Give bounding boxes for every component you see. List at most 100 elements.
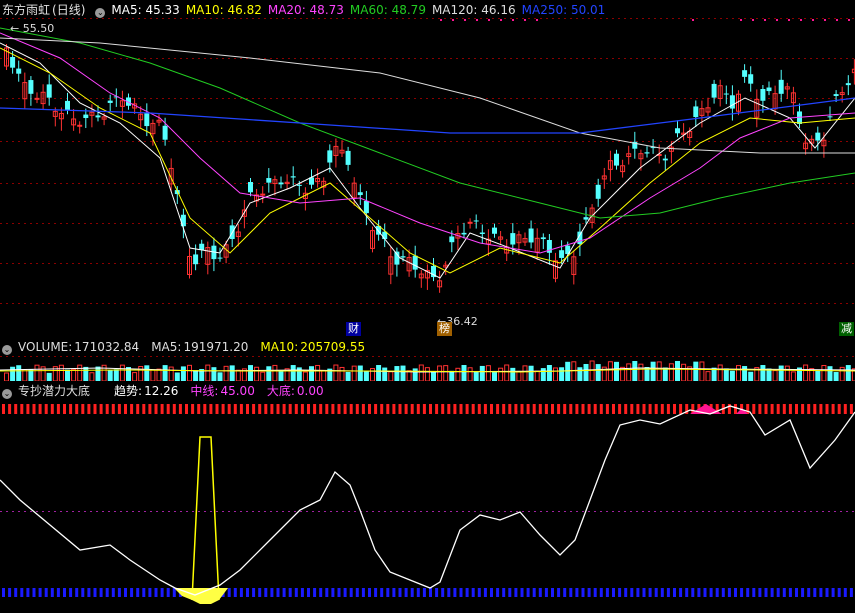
top-red-bar	[807, 404, 811, 414]
bottom-blue-bar	[239, 588, 243, 597]
indicator-settings-icon[interactable]: ⌄	[2, 389, 12, 399]
volume-bar	[705, 371, 711, 381]
volume-bar	[193, 370, 199, 381]
volume-settings-icon[interactable]: ⌄	[2, 345, 12, 355]
bottom-blue-bar	[398, 588, 402, 597]
top-red-bar	[447, 404, 451, 414]
candle-body	[77, 124, 83, 127]
candle-body	[95, 115, 101, 118]
volume-bar	[437, 365, 443, 381]
top-red-bar	[654, 404, 658, 414]
candle-body	[760, 89, 766, 101]
volume-bar	[321, 369, 327, 381]
tag-jian[interactable]: 减	[839, 322, 854, 336]
volume-bar	[77, 364, 83, 381]
bottom-blue-bar	[679, 588, 683, 597]
top-red-bar	[148, 404, 152, 414]
bottom-blue-bar	[38, 588, 42, 597]
bottom-blue-bar	[770, 588, 774, 597]
top-red-bar	[44, 404, 48, 414]
top-red-bar	[282, 404, 286, 414]
volume-bar	[65, 369, 70, 381]
candle-body	[479, 232, 485, 234]
bottom-blue-bar	[813, 588, 817, 597]
bottom-blue-bar	[843, 588, 847, 597]
top-red-bar	[483, 404, 487, 414]
top-red-bar	[624, 404, 628, 414]
volume-bar	[260, 371, 266, 381]
volume-bar	[4, 372, 9, 381]
top-red-bar	[648, 404, 652, 414]
volume-bar	[150, 369, 156, 381]
top-red-bar	[636, 404, 640, 414]
top-red-bar	[349, 404, 353, 414]
volume-bar	[772, 370, 778, 381]
top-red-bar	[124, 404, 127, 414]
top-red-bar	[776, 404, 780, 414]
volume-bar	[168, 366, 174, 381]
bottom-blue-bar	[142, 588, 146, 597]
signal-dot	[776, 19, 778, 21]
volume-bar	[418, 364, 424, 381]
signal-dot	[692, 19, 694, 21]
top-red-bar	[758, 404, 762, 414]
top-red-bar	[355, 404, 359, 414]
bottom-blue-bar	[130, 588, 134, 597]
top-red-bar	[422, 404, 426, 414]
top-red-bar	[587, 404, 591, 414]
top-red-bar	[612, 404, 615, 414]
bottom-blue-bar	[422, 588, 426, 597]
volume-chart[interactable]	[0, 356, 855, 381]
signal-dot	[812, 19, 814, 21]
volume-bar	[272, 364, 278, 381]
ma-legend-item: MA60: 48.79	[349, 3, 426, 17]
candle-body	[278, 182, 284, 185]
candle-body	[528, 228, 534, 243]
top-red-bar	[380, 404, 384, 414]
top-red-bar	[105, 404, 109, 414]
candle-body	[357, 192, 363, 196]
top-red-bar	[770, 404, 774, 414]
top-red-bar	[215, 404, 219, 414]
candle-body	[467, 221, 473, 224]
candle-body	[644, 152, 650, 154]
top-red-bar	[477, 404, 481, 414]
bottom-blue-bar	[392, 588, 396, 597]
volume-bar	[290, 365, 296, 381]
bottom-blue-bar	[593, 588, 597, 597]
top-red-bar	[154, 404, 158, 414]
signal-dot	[848, 19, 850, 21]
volume-bar	[742, 366, 748, 381]
tag-cai[interactable]: 财	[346, 322, 361, 336]
bottom-blue-bar	[276, 588, 280, 597]
bottom-blue-bar	[587, 588, 591, 597]
top-red-bar	[831, 404, 835, 414]
volume-bar	[553, 367, 558, 381]
top-red-bar	[557, 404, 561, 414]
bottom-blue-bar	[496, 588, 500, 597]
bottom-blue-bar	[819, 588, 823, 597]
indicator-chart[interactable]	[0, 400, 855, 612]
volume-bar	[790, 371, 796, 381]
settings-icon[interactable]: ⌄	[95, 8, 106, 18]
top-red-bar	[490, 404, 493, 414]
volume-bar	[632, 361, 638, 381]
candle-body	[266, 178, 272, 183]
volume-bar	[833, 372, 839, 381]
top-red-bar	[801, 404, 805, 414]
top-red-bar	[343, 404, 347, 414]
candle-body	[83, 114, 89, 119]
volume-bar	[229, 365, 235, 381]
tag-bang[interactable]: 榜	[437, 322, 452, 336]
top-red-bar	[593, 404, 597, 414]
top-red-bar	[172, 404, 176, 414]
top-red-bar	[416, 404, 420, 414]
bottom-blue-bar	[526, 588, 530, 597]
bottom-blue-bar	[532, 588, 536, 597]
bottom-blue-bar	[831, 588, 835, 597]
volume-bar	[315, 364, 321, 381]
volume-bar	[266, 366, 272, 381]
volume-bar	[412, 368, 418, 381]
candlestick-chart[interactable]: ← 55.50←36.42	[0, 18, 855, 340]
top-red-bar	[782, 404, 786, 414]
